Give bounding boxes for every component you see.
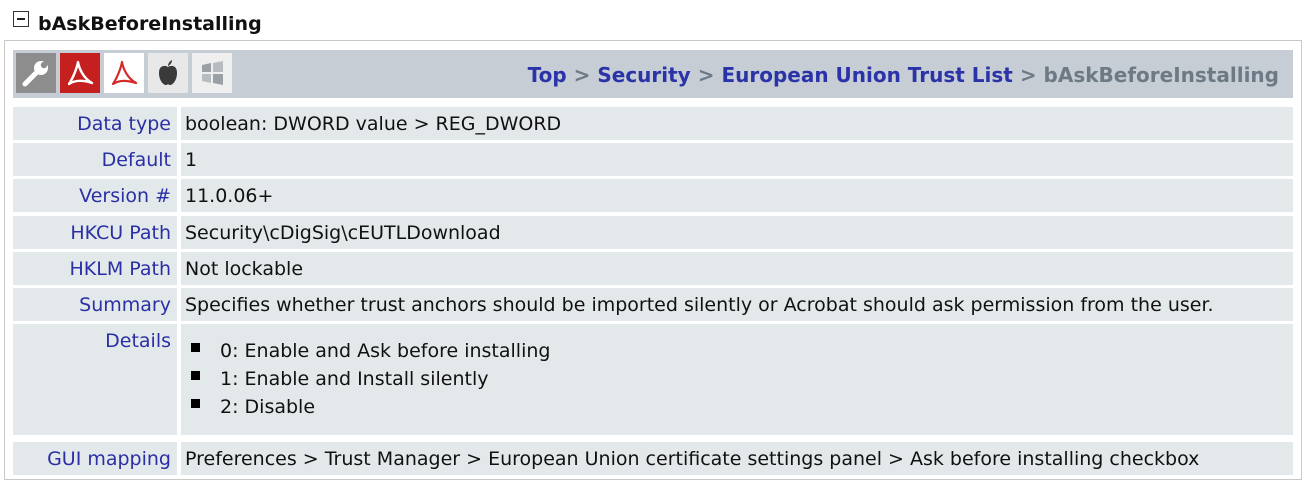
row-label: Default	[13, 143, 177, 176]
row-default: Default 1	[13, 143, 1293, 176]
row-value: 11.0.06+	[181, 179, 1293, 212]
preference-panel: Top > Security > European Union Trust Li…	[4, 40, 1302, 480]
row-value: 0: Enable and Ask before installing 1: E…	[181, 324, 1293, 435]
apple-icon[interactable]	[148, 53, 188, 93]
list-item-text: 0: Enable and Ask before installing	[220, 340, 551, 362]
row-label: Version #	[13, 179, 177, 212]
list-item: 2: Disable	[191, 393, 550, 421]
row-value: Specifies whether trust anchors should b…	[181, 288, 1293, 321]
row-label: HKLM Path	[13, 252, 177, 285]
row-label: Data type	[13, 107, 177, 140]
breadcrumb-eutl-link[interactable]: European Union Trust List	[721, 63, 1012, 87]
row-version: Version # 11.0.06+	[13, 179, 1293, 212]
details-list: 0: Enable and Ask before installing 1: E…	[185, 337, 550, 421]
breadcrumb-current: bAskBeforeInstalling	[1043, 63, 1279, 87]
row-value: 1	[181, 143, 1293, 176]
acrobat-outline-icon[interactable]	[104, 53, 144, 93]
wrench-icon[interactable]	[16, 53, 56, 93]
acrobat-red-icon[interactable]	[60, 53, 100, 93]
row-data-type: Data type boolean: DWORD value > REG_DWO…	[13, 107, 1293, 140]
row-value: Preferences > Trust Manager > European U…	[181, 442, 1293, 475]
row-value: Not lockable	[181, 252, 1293, 285]
collapse-toggle-icon[interactable]	[13, 11, 29, 27]
row-details: Details 0: Enable and Ask before install…	[13, 324, 1293, 435]
bullet-icon	[191, 370, 200, 380]
breadcrumb-security-link[interactable]: Security	[597, 63, 690, 87]
list-item-text: 2: Disable	[220, 396, 316, 418]
row-label: Summary	[13, 288, 177, 321]
row-value: Security\cDigSig\cEUTLDownload	[181, 216, 1293, 249]
top-bar: Top > Security > European Union Trust Li…	[13, 50, 1293, 98]
row-summary: Summary Specifies whether trust anchors …	[13, 288, 1293, 321]
list-item-text: 1: Enable and Install silently	[220, 368, 489, 390]
row-gui-mapping: GUI mapping Preferences > Trust Manager …	[13, 442, 1293, 475]
windows-icon[interactable]	[192, 53, 232, 93]
page-title: bAskBeforeInstalling	[38, 13, 262, 35]
breadcrumb: Top > Security > European Union Trust Li…	[528, 63, 1279, 87]
section-heading: bAskBeforeInstalling	[13, 6, 262, 40]
bullet-icon	[191, 398, 200, 408]
row-label: GUI mapping	[13, 442, 177, 475]
breadcrumb-separator: >	[1019, 63, 1044, 87]
list-item: 1: Enable and Install silently	[191, 365, 550, 393]
breadcrumb-top-link[interactable]: Top	[528, 63, 567, 87]
list-item: 0: Enable and Ask before installing	[191, 337, 550, 365]
toolbar-icons	[16, 53, 232, 93]
bullet-icon	[191, 342, 200, 352]
row-label: Details	[13, 324, 177, 435]
breadcrumb-separator: >	[573, 63, 598, 87]
row-hklm-path: HKLM Path Not lockable	[13, 252, 1293, 285]
row-value: boolean: DWORD value > REG_DWORD	[181, 107, 1293, 140]
row-label: HKCU Path	[13, 216, 177, 249]
row-hkcu-path: HKCU Path Security\cDigSig\cEUTLDownload	[13, 216, 1293, 249]
breadcrumb-separator: >	[697, 63, 722, 87]
